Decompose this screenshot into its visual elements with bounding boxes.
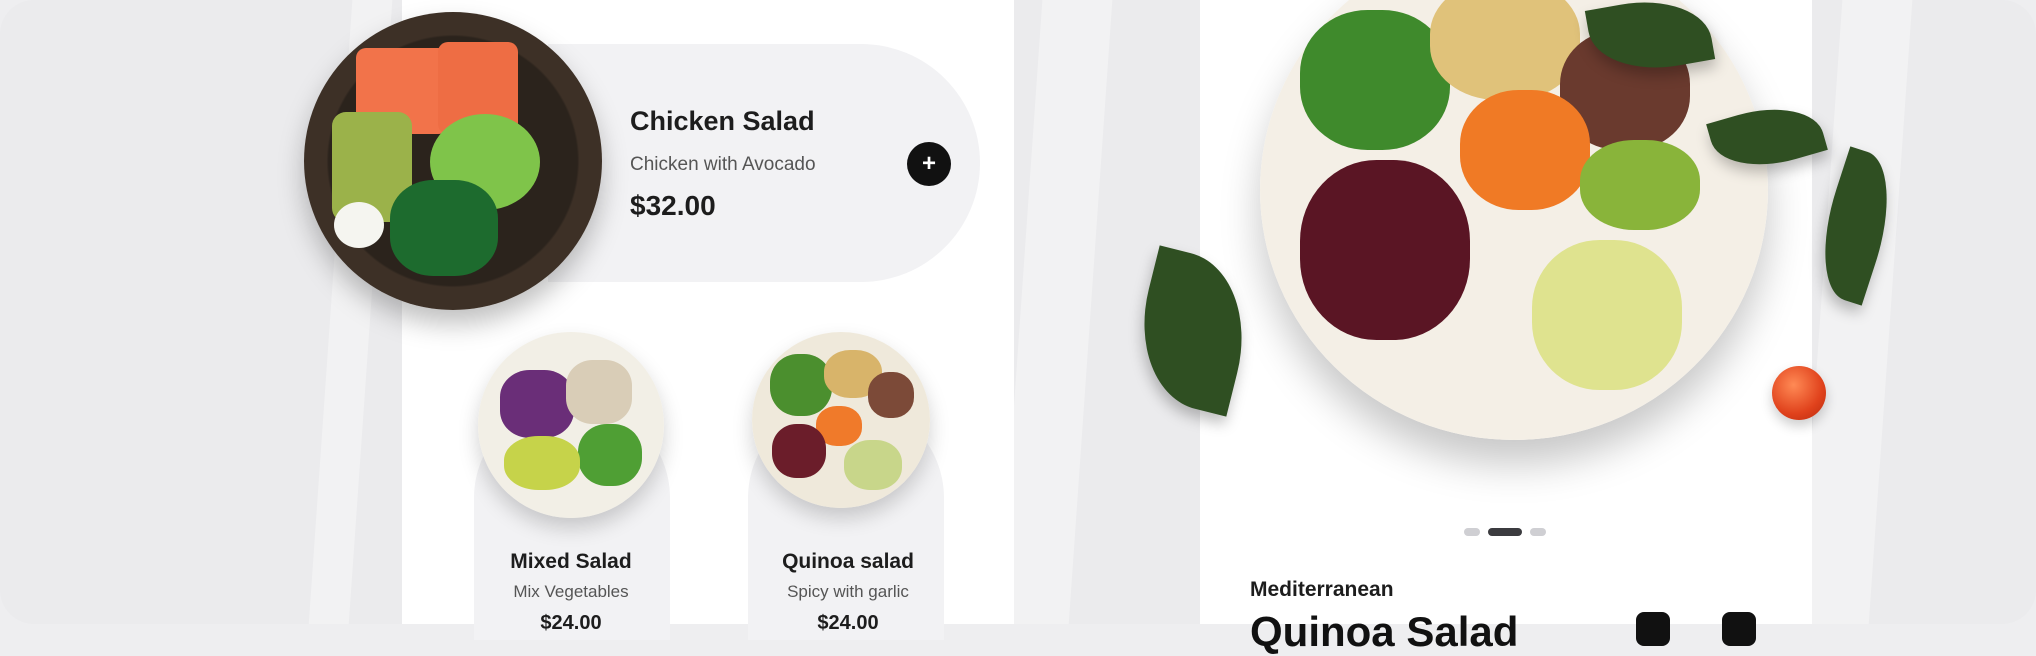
kale-portion [1300,10,1450,150]
quinoa-salad-bowl-image [752,332,930,508]
background-stripe [1794,0,1916,624]
pear-slices [1532,240,1682,390]
carousel-dot-active[interactable] [1488,528,1522,536]
carousel-dot[interactable] [1530,528,1546,536]
chicken-slices [566,360,632,424]
beet-portion [772,424,826,478]
action-button[interactable] [1636,612,1670,646]
product-title: Mixed Salad [510,550,632,573]
seaweed-salad [390,180,498,276]
plus-icon: + [921,150,936,177]
carousel-dot[interactable] [1464,528,1480,536]
carrot-portion [1460,90,1590,210]
rice-portion [334,202,384,248]
quinoa-portion [868,372,914,418]
greens-portion [578,424,642,486]
add-to-cart-button[interactable]: + [907,142,951,186]
tomato-decoration [1772,366,1826,420]
beet-portion [1300,160,1470,340]
carousel-indicator[interactable] [1464,528,1546,536]
product-subtitle: Mix Vegetables [513,582,629,601]
cabbage-portion [500,370,574,438]
hero-category: Mediterranean [1250,578,1394,601]
kale-portion [770,354,832,416]
mixed-salad-bowl-image [478,332,664,518]
chickpea-portion [1430,0,1580,100]
action-button[interactable] [1722,612,1756,646]
product-subtitle: Spicy with garlic [787,582,909,601]
featured-bowl-image [304,12,602,310]
featured-subtitle: Chicken with Avocado [630,154,816,175]
product-title: Quinoa salad [782,550,914,573]
featured-title: Chicken Salad [630,106,815,136]
featured-price: $32.00 [630,190,716,221]
hero-title: Quinoa Salad [1250,608,1519,655]
vegetable-portion [504,436,580,490]
pear-slices [844,440,902,490]
avocado-slices [1580,140,1700,230]
